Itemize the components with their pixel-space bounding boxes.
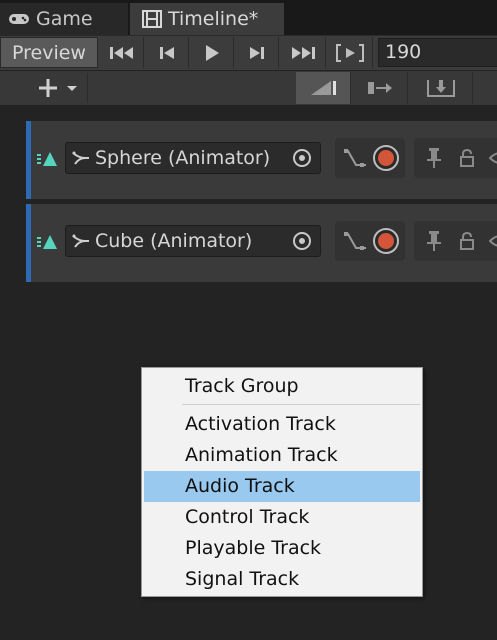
play-range-icon [335,43,364,62]
toolbar-overflow-button[interactable] [474,72,497,104]
fit-frame-icon [426,80,455,97]
track-binding-field[interactable]: Cube (Animator) [65,225,321,257]
lock-icon[interactable] [459,231,475,251]
track-row[interactable]: Sphere (Animator) [26,121,497,199]
next-frame-button[interactable] [235,37,279,68]
track-name: Sphere (Animator) [95,147,271,169]
curves-icon[interactable] [342,147,368,169]
menu-item-control-track[interactable]: Control Track [144,502,420,533]
playback-toolbar: Preview 190 [0,35,497,70]
tab-label: Timeline* [168,8,259,30]
arrow-right-icon [367,82,392,94]
menu-item-track-group[interactable]: Track Group [144,371,420,402]
tab-bar: Game Timeline* [0,0,497,35]
track-toolbar [0,70,497,106]
gamepad-icon [8,12,30,26]
object-picker-icon[interactable] [292,148,312,168]
menu-item-signal-track[interactable]: Signal Track [144,564,420,595]
menu-separator [182,404,420,405]
tab-game[interactable]: Game [0,3,128,35]
skip-to-start-icon [109,46,133,59]
edit-mode-button[interactable] [296,72,351,104]
track-row[interactable]: Cube (Animator) [26,204,497,282]
skip-to-end-icon [291,46,315,59]
track-record-group [335,221,405,261]
pin-icon[interactable] [426,147,442,169]
tab-timeline[interactable]: Timeline* [130,3,284,35]
track-name: Cube (Animator) [95,230,253,252]
menu-item-animation-track[interactable]: Animation Track [144,440,420,471]
play-icon [205,44,219,61]
lock-icon[interactable] [459,148,475,168]
chevron-down-icon [66,86,77,91]
animator-icon [72,151,89,165]
frame-all-button[interactable] [409,72,473,104]
track-flags-group [414,221,497,261]
curves-icon[interactable] [342,230,368,252]
add-track-menu: Track Group Activation Track Animation T… [141,367,423,597]
preview-button[interactable]: Preview [0,37,98,68]
goto-end-button[interactable] [280,37,326,68]
track-record-group [335,138,405,178]
snap-button[interactable] [352,72,408,104]
goto-start-button[interactable] [100,37,144,68]
menu-item-audio-track[interactable]: Audio Track [144,471,420,502]
eye-icon[interactable] [489,233,497,249]
eye-icon[interactable] [489,150,497,166]
menu-item-activation-track[interactable]: Activation Track [144,409,420,440]
plus-icon [38,79,57,97]
play-button[interactable] [190,37,234,68]
track-flags-group [414,138,497,178]
animation-track-icon [37,233,59,255]
track-binding-field[interactable]: Sphere (Animator) [65,142,321,174]
record-icon[interactable] [372,227,400,255]
film-icon [142,10,162,28]
add-track-button[interactable] [28,73,88,103]
next-frame-icon [249,46,264,59]
previous-frame-button[interactable] [145,37,189,68]
menu-item-playable-track[interactable]: Playable Track [144,533,420,564]
tab-label: Game [36,8,93,30]
ripple-mode-icon [311,81,336,95]
animator-icon [72,234,89,248]
pin-icon[interactable] [426,230,442,252]
current-frame-field[interactable]: 190 [378,38,497,67]
record-icon[interactable] [372,144,400,172]
play-range-button[interactable] [327,37,373,68]
object-picker-icon[interactable] [292,231,312,251]
animation-track-icon [37,150,59,172]
previous-frame-icon [159,46,174,59]
